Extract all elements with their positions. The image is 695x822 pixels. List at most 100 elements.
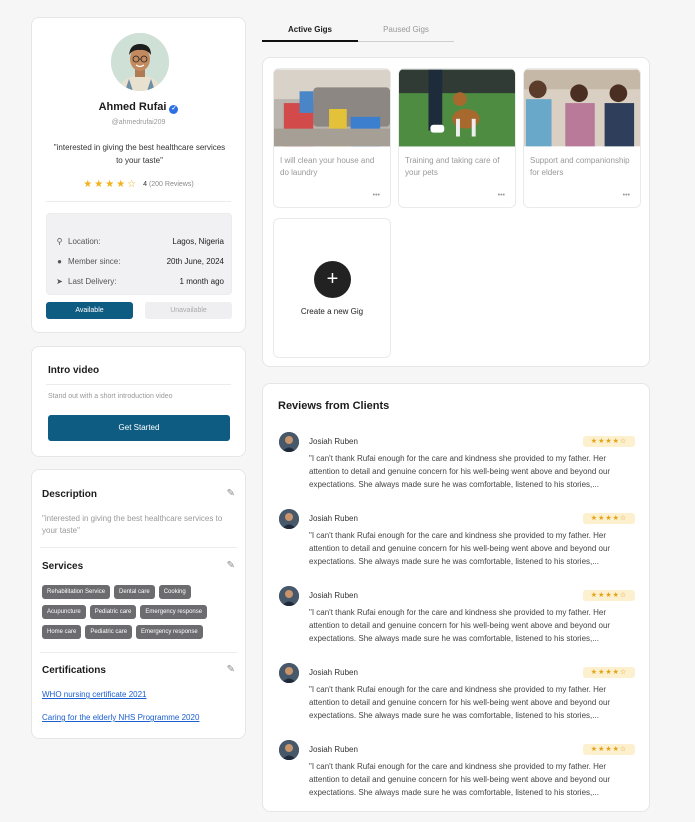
service-chip: Acupuncture bbox=[42, 605, 86, 619]
services-title: Services bbox=[42, 561, 84, 572]
intro-video-card: Intro video Stand out with a short intro… bbox=[31, 346, 246, 457]
chip-row: Rehabilitation Service Dental care Cooki… bbox=[42, 585, 242, 599]
review-item: Josiah Ruben ★★★★☆ "I can't thank Rufai … bbox=[279, 740, 635, 810]
reviewer-name: Josiah Ruben bbox=[309, 591, 358, 600]
edit-certifications-icon[interactable]: ✎ bbox=[227, 664, 235, 675]
location-label: Location: bbox=[68, 237, 101, 246]
gig-title: I will clean your house and do laundry bbox=[280, 156, 375, 177]
gig-tabs: Active Gigs Paused Gigs bbox=[262, 18, 455, 42]
member-label: Member since: bbox=[68, 257, 121, 266]
profile-rating: ★★★★☆ 4 (200 Reviews) bbox=[32, 179, 245, 190]
review-stars-icon: ★★★★☆ bbox=[583, 513, 635, 524]
reviewer-name: Josiah Ruben bbox=[309, 437, 358, 446]
service-chip: Emergency response bbox=[136, 625, 203, 639]
delivery-value: 1 month ago bbox=[179, 277, 224, 286]
rating-count: (200 Reviews) bbox=[148, 181, 194, 188]
chip-row: Home care Pediatric care Emergency respo… bbox=[42, 625, 242, 639]
member-value: 20th June, 2024 bbox=[166, 257, 224, 266]
more-icon[interactable]: ••• bbox=[373, 192, 380, 199]
tab-active-gigs[interactable]: Active Gigs bbox=[262, 18, 358, 42]
edit-services-icon[interactable]: ✎ bbox=[227, 560, 235, 571]
service-chip: Cooking bbox=[158, 585, 191, 599]
profile-tagline: "interested in giving the best healthcar… bbox=[53, 143, 226, 165]
description-text: "interested in giving the best healthcar… bbox=[42, 514, 223, 535]
reviews-title: Reviews from Clients bbox=[278, 400, 390, 412]
more-icon[interactable]: ••• bbox=[623, 192, 630, 199]
service-chip: Emergency response bbox=[140, 605, 208, 619]
delivery-label: Last Delivery: bbox=[68, 277, 117, 286]
service-chip: Rehabilitation Service bbox=[42, 585, 111, 599]
review-text: "I can't thank Rufai enough for the care… bbox=[309, 762, 611, 797]
certifications-title: Certifications bbox=[42, 665, 106, 676]
info-row-member: ● Member since: 20th June, 2024 bbox=[55, 257, 224, 266]
info-row-delivery: ➤ Last Delivery: 1 month ago bbox=[55, 277, 224, 286]
user-icon: ● bbox=[57, 257, 62, 266]
gig-card[interactable]: Support and companionship for elders ••• bbox=[523, 68, 641, 208]
gig-card[interactable]: I will clean your house and do laundry •… bbox=[273, 68, 391, 208]
reviewer-avatar bbox=[279, 432, 299, 452]
gigs-panel: I will clean your house and do laundry •… bbox=[262, 57, 650, 367]
certification-link[interactable]: Caring for the elderly NHS Programme 202… bbox=[42, 713, 199, 722]
reviewer-name: Josiah Ruben bbox=[309, 745, 358, 754]
review-text: "I can't thank Rufai enough for the care… bbox=[309, 454, 611, 489]
review-item: Josiah Ruben ★★★★☆ "I can't thank Rufai … bbox=[279, 663, 635, 733]
reviewer-avatar bbox=[279, 740, 299, 760]
intro-subtitle: Stand out with a short introduction vide… bbox=[48, 393, 173, 400]
get-started-button[interactable]: Get Started bbox=[48, 415, 230, 441]
reviews-panel: Reviews from Clients Josiah Ruben ★★★★☆ … bbox=[262, 383, 650, 812]
unavailable-button[interactable]: Unavailable bbox=[145, 302, 232, 319]
gig-card[interactable]: Training and taking care of your pets ••… bbox=[398, 68, 516, 208]
info-row-location: ⚲ Location: Lagos, Nigeria bbox=[55, 237, 224, 246]
rating-stars-icon: ★★★★☆ bbox=[83, 179, 139, 190]
review-item: Josiah Ruben ★★★★☆ "I can't thank Rufai … bbox=[279, 586, 635, 656]
edit-description-icon[interactable]: ✎ bbox=[227, 488, 235, 499]
plus-icon[interactable]: + bbox=[314, 261, 351, 298]
create-gig-card[interactable]: + Create a new Gig bbox=[273, 218, 391, 358]
review-stars-icon: ★★★★☆ bbox=[583, 436, 635, 447]
divider bbox=[46, 201, 231, 202]
review-stars-icon: ★★★★☆ bbox=[583, 667, 635, 678]
reviewer-avatar bbox=[279, 586, 299, 606]
profile-name-row: Ahmed Rufai ✓ bbox=[32, 101, 245, 114]
review-text: "I can't thank Rufai enough for the care… bbox=[309, 685, 611, 720]
services-chips: Rehabilitation Service Dental care Cooki… bbox=[42, 585, 242, 645]
profile-handle: @ahmedrufai209 bbox=[111, 119, 166, 126]
avatar bbox=[111, 33, 169, 91]
review-stars-icon: ★★★★☆ bbox=[583, 590, 635, 601]
reviewer-avatar bbox=[279, 663, 299, 683]
review-item: Josiah Ruben ★★★★☆ "I can't thank Rufai … bbox=[279, 509, 635, 579]
gig-title: Support and companionship for elders bbox=[530, 156, 630, 177]
profile-card: Ahmed Rufai ✓ @ahmedrufai209 "interested … bbox=[31, 17, 246, 333]
review-stars-icon: ★★★★☆ bbox=[583, 744, 635, 755]
send-icon: ➤ bbox=[56, 277, 63, 286]
service-chip: Pediatric care bbox=[89, 605, 137, 619]
location-value: Lagos, Nigeria bbox=[172, 237, 224, 246]
divider bbox=[40, 652, 237, 653]
review-item: Josiah Ruben ★★★★☆ "I can't thank Rufai … bbox=[279, 432, 635, 502]
gig-image bbox=[274, 69, 390, 147]
reviewer-avatar bbox=[279, 509, 299, 529]
gig-image bbox=[524, 69, 640, 147]
tab-paused-gigs[interactable]: Paused Gigs bbox=[358, 18, 454, 42]
gig-title: Training and taking care of your pets bbox=[405, 156, 500, 177]
gig-image bbox=[399, 69, 515, 147]
chip-row: Acupuncture Pediatric care Emergency res… bbox=[42, 605, 242, 619]
review-text: "I can't thank Rufai enough for the care… bbox=[309, 608, 611, 643]
profile-info-box: ⚲ Location: Lagos, Nigeria ● Member sinc… bbox=[46, 213, 232, 295]
rating-value: 4 bbox=[143, 181, 147, 188]
create-gig-label: Create a new Gig bbox=[300, 307, 364, 316]
certification-link[interactable]: WHO nursing certificate 2021 bbox=[42, 690, 147, 699]
service-chip: Home care bbox=[42, 625, 82, 639]
reviewer-name: Josiah Ruben bbox=[309, 514, 358, 523]
reviewer-name: Josiah Ruben bbox=[309, 668, 358, 677]
intro-title: Intro video bbox=[48, 365, 100, 376]
service-chip: Pediatric care bbox=[85, 625, 133, 639]
profile-name: Ahmed Rufai bbox=[98, 101, 167, 113]
review-text: "I can't thank Rufai enough for the care… bbox=[309, 531, 611, 566]
available-button[interactable]: Available bbox=[46, 302, 133, 319]
description-title: Description bbox=[42, 489, 98, 500]
location-pin-icon: ⚲ bbox=[56, 237, 63, 246]
divider bbox=[40, 547, 237, 548]
more-icon[interactable]: ••• bbox=[498, 192, 505, 199]
details-card: Description ✎ "interested in giving the … bbox=[31, 469, 246, 739]
